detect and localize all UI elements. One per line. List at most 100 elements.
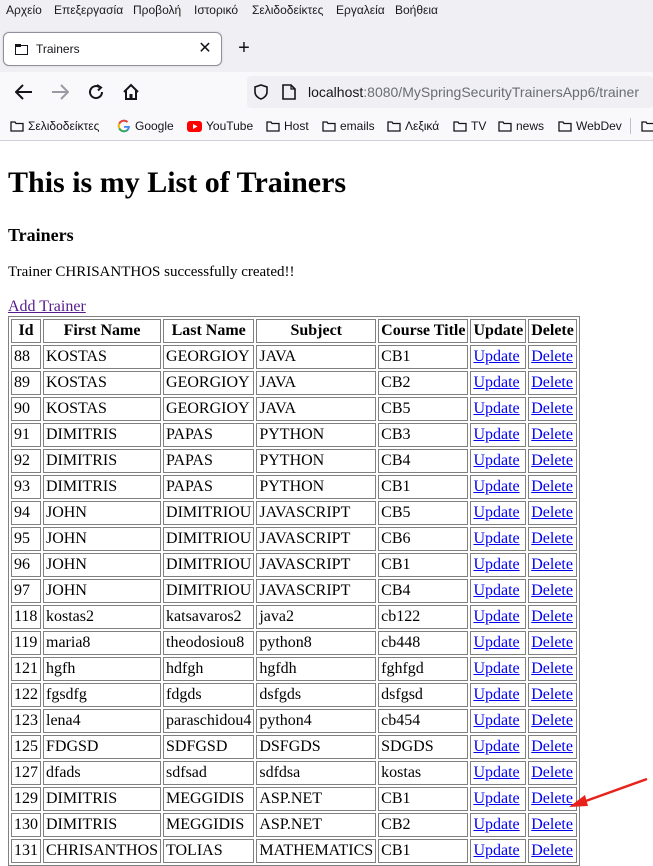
update-link[interactable]: Update [473,686,519,703]
update-link[interactable]: Update [473,374,519,391]
bookmark-label: Host [284,119,309,133]
cell-id: 119 [11,631,41,655]
tab-strip: Trainers ✕ + [0,25,653,71]
menu-file[interactable]: Αρχείο [6,3,42,17]
bookmark-dictionaries[interactable]: Λεξικά [387,118,439,134]
delete-link[interactable]: Delete [531,608,573,625]
cell-id: 88 [11,345,41,369]
menu-view[interactable]: Προβολή [133,3,181,17]
delete-link[interactable]: Delete [531,530,573,547]
menu-tools[interactable]: Εργαλεία [336,3,385,17]
tab-trainers[interactable]: Trainers ✕ [3,32,222,66]
bookmark-label: YouTube [206,119,254,133]
update-link[interactable]: Update [473,478,519,495]
table-header-row: Id First Name Last Name Subject Course T… [11,319,577,343]
delete-link[interactable]: Delete [531,426,573,443]
cell-course-title: CB1 [378,787,469,811]
delete-link[interactable]: Delete [531,816,573,833]
delete-link[interactable]: Delete [531,634,573,651]
table-row: 129 DIMITRIS MEGGIDIS ASP.NET CB1 Update Delet… [11,787,577,811]
delete-link[interactable]: Delete [531,556,573,573]
bookmark-news[interactable]: news [498,118,544,134]
cell-subject: ASP.NET [256,787,377,811]
delete-link[interactable]: Delete [531,582,573,599]
cell-delete: Delete [528,501,577,525]
cell-id: 95 [11,527,41,551]
cell-last-name: theodosiou8 [163,631,255,655]
cell-update: Update [470,657,527,681]
update-link[interactable]: Update [473,348,519,365]
menu-history[interactable]: Ιστορικό [194,3,238,17]
bookmark-overflow-folder[interactable] [641,118,653,134]
bookmark-tv[interactable]: TV [453,118,486,134]
forward-icon[interactable] [48,80,72,104]
delete-link[interactable]: Delete [531,348,573,365]
close-tab-icon[interactable]: ✕ [195,39,215,59]
page-icon[interactable] [282,84,296,100]
menu-help[interactable]: Βοήθεια [395,3,438,17]
address-bar[interactable]: localhost:8080/MySpringSecurityTrainersA… [247,76,653,108]
bookmark-host[interactable]: Host [266,118,309,134]
update-link[interactable]: Update [473,712,519,729]
delete-link[interactable]: Delete [531,686,573,703]
cell-course-title: CB1 [378,345,469,369]
delete-link[interactable]: Delete [531,504,573,521]
bookmark-bookmarks[interactable]: Σελιδοδείκτες [10,118,99,134]
folder-icon [10,121,24,132]
tab-title: Trainers [36,42,80,56]
add-trainer-link[interactable]: Add Trainer [8,298,86,316]
update-link[interactable]: Update [473,426,519,443]
delete-link[interactable]: Delete [531,478,573,495]
update-link[interactable]: Update [473,764,519,781]
cell-id: 92 [11,449,41,473]
cell-update: Update [470,761,527,785]
folder-icon [387,121,401,132]
update-link[interactable]: Update [473,504,519,521]
cell-delete: Delete [528,553,577,577]
cell-id: 94 [11,501,41,525]
update-link[interactable]: Update [473,738,519,755]
update-link[interactable]: Update [473,634,519,651]
bookmark-label: WebDev [576,119,622,133]
cell-last-name: sdfsad [163,761,255,785]
update-link[interactable]: Update [473,452,519,469]
cell-course-title: CB3 [378,423,469,447]
update-link[interactable]: Update [473,556,519,573]
menu-edit[interactable]: Επεξεργασία [54,3,123,17]
cell-delete: Delete [528,735,577,759]
update-link[interactable]: Update [473,530,519,547]
delete-link[interactable]: Delete [531,374,573,391]
update-link[interactable]: Update [473,790,519,807]
cell-update: Update [470,449,527,473]
delete-link[interactable]: Delete [531,660,573,677]
bookmark-youtube[interactable]: YouTube [187,118,253,134]
back-icon[interactable] [12,80,36,104]
new-tab-icon[interactable]: + [233,37,255,59]
menu-bookmarks[interactable]: Σελιδοδείκτες [252,3,323,17]
table-row: 123 lena4 paraschidou4 python4 cb454 Update De… [11,709,577,733]
cell-subject: PYTHON [256,423,377,447]
cell-first-name: KOSTAS [43,371,162,395]
update-link[interactable]: Update [473,816,519,833]
bookmark-webdev[interactable]: WebDev [558,118,622,134]
update-link[interactable]: Update [473,842,519,859]
update-link[interactable]: Update [473,400,519,417]
update-link[interactable]: Update [473,608,519,625]
update-link[interactable]: Update [473,660,519,677]
cell-first-name: KOSTAS [43,397,162,421]
update-link[interactable]: Update [473,582,519,599]
home-icon[interactable] [119,80,143,104]
cell-id: 91 [11,423,41,447]
table-row: 118 kostas2 katsavaros2 java2 cb122 Update Del… [11,605,577,629]
cell-subject: JAVASCRIPT [256,553,377,577]
delete-link[interactable]: Delete [531,738,573,755]
delete-link[interactable]: Delete [531,712,573,729]
delete-link[interactable]: Delete [531,842,573,859]
delete-link[interactable]: Delete [531,400,573,417]
delete-link[interactable]: Delete [531,452,573,469]
bookmark-emails[interactable]: emails [322,118,375,134]
cell-subject: JAVASCRIPT [256,501,377,525]
reload-icon[interactable] [84,80,108,104]
bookmark-google[interactable]: Google [117,118,174,134]
shield-icon[interactable] [253,84,269,100]
